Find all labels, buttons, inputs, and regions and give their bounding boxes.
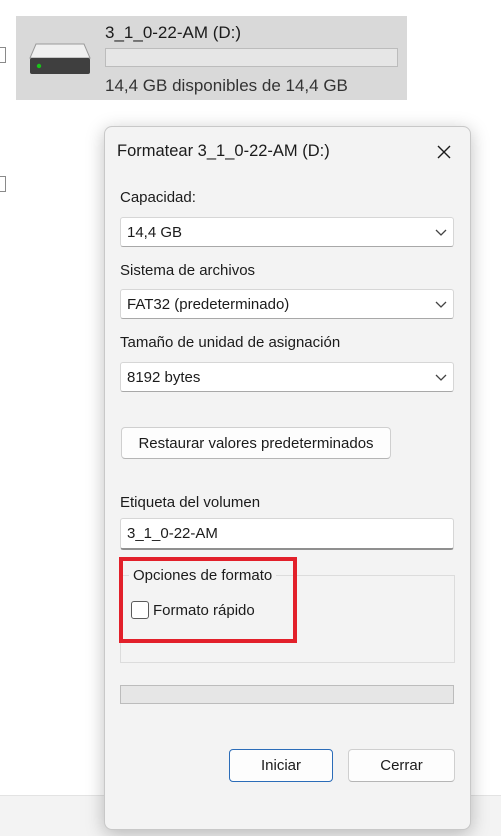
chevron-down-icon	[435, 301, 447, 308]
dialog-title: Formatear 3_1_0-22-AM (D:)	[117, 142, 330, 160]
quick-format-label: Formato rápido	[153, 601, 255, 619]
drive-space-text: 14,4 GB disponibles de 14,4 GB	[105, 76, 348, 95]
volume-label-input[interactable]	[121, 519, 453, 548]
quick-format-checkbox[interactable]	[131, 601, 149, 619]
drive-name: 3_1_0-22-AM (D:)	[105, 23, 242, 42]
allocation-value: 8192 bytes	[127, 369, 201, 386]
filesystem-label: Sistema de archivos	[120, 262, 256, 279]
background-checkbox[interactable]	[0, 176, 6, 192]
allocation-label: Tamaño de unidad de asignación	[120, 334, 341, 351]
chevron-down-icon	[435, 229, 447, 236]
format-options-title: Opciones de formato	[129, 567, 277, 584]
capacity-label: Capacidad:	[120, 189, 196, 206]
restore-defaults-button[interactable]: Restaurar valores predeterminados	[121, 427, 391, 459]
format-dialog: Formatear 3_1_0-22-AM (D:) Capacidad: 14…	[104, 126, 471, 830]
filesystem-select[interactable]: FAT32 (predeterminado)	[120, 289, 454, 319]
drive-usage-bar	[105, 48, 398, 67]
filesystem-value: FAT32 (predeterminado)	[127, 296, 290, 313]
drive-icon	[29, 43, 91, 74]
chevron-down-icon	[435, 374, 447, 381]
quick-format-option[interactable]: Formato rápido	[131, 600, 255, 620]
capacity-value: 14,4 GB	[127, 224, 183, 241]
volume-label-field[interactable]	[120, 518, 454, 550]
start-button[interactable]: Iniciar	[229, 749, 333, 782]
background-checkbox[interactable]	[0, 47, 6, 63]
capacity-select[interactable]: 14,4 GB	[120, 217, 454, 247]
format-progress-bar	[120, 685, 454, 704]
close-icon[interactable]	[429, 137, 459, 167]
allocation-select[interactable]: 8192 bytes	[120, 362, 454, 392]
close-button[interactable]: Cerrar	[348, 749, 455, 782]
drive-tile[interactable]: 3_1_0-22-AM (D:) 14,4 GB disponibles de …	[16, 16, 407, 100]
volume-label-label: Etiqueta del volumen	[120, 494, 261, 511]
